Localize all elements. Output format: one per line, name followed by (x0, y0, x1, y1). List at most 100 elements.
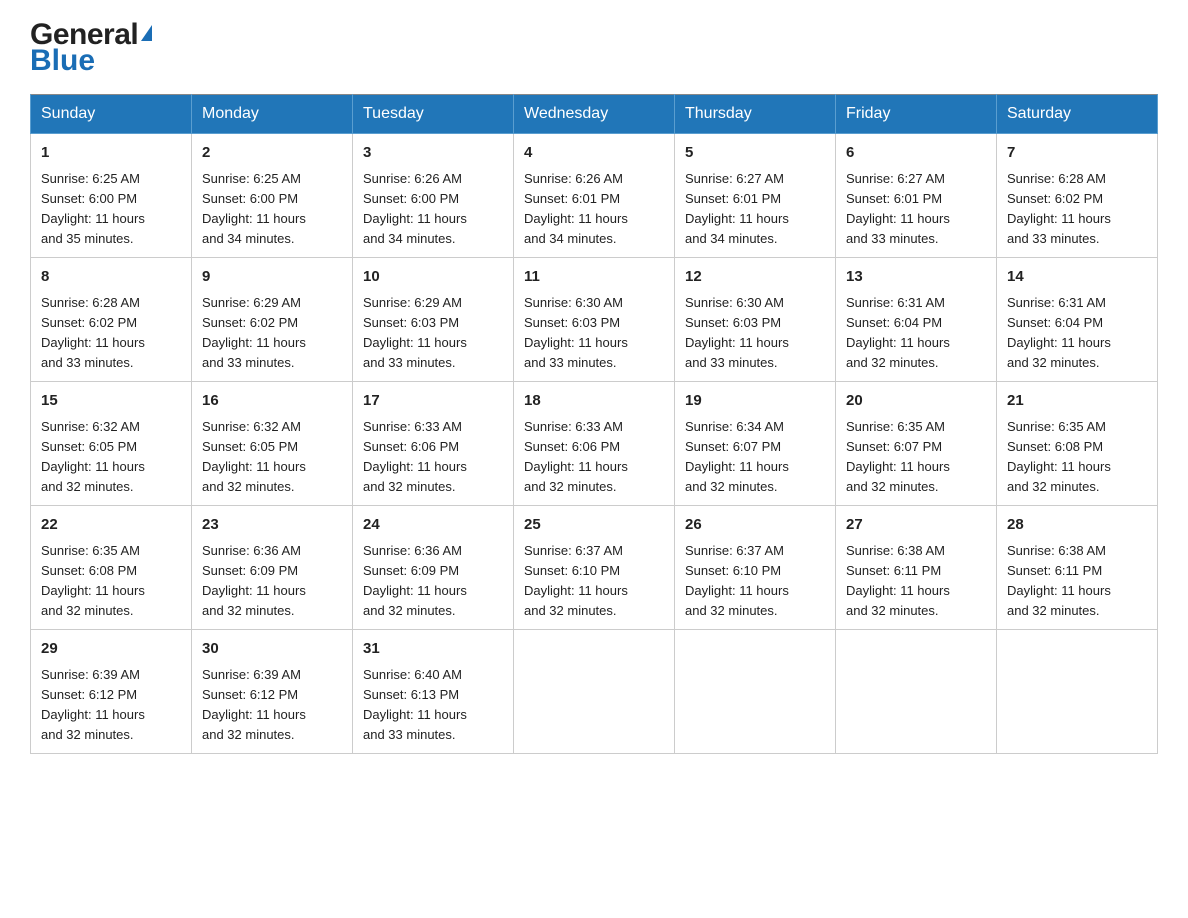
day-info: Sunrise: 6:32 AMSunset: 6:05 PMDaylight:… (202, 419, 306, 494)
day-info: Sunrise: 6:28 AMSunset: 6:02 PMDaylight:… (41, 295, 145, 370)
day-number: 12 (685, 266, 825, 289)
day-info: Sunrise: 6:28 AMSunset: 6:02 PMDaylight:… (1007, 171, 1111, 246)
calendar-cell: 16 Sunrise: 6:32 AMSunset: 6:05 PMDaylig… (192, 382, 353, 506)
page-header: General Blue (30, 20, 1158, 76)
day-number: 27 (846, 514, 986, 537)
col-header-wednesday: Wednesday (514, 95, 675, 134)
calendar-cell: 25 Sunrise: 6:37 AMSunset: 6:10 PMDaylig… (514, 506, 675, 630)
day-number: 23 (202, 514, 342, 537)
logo: General Blue (30, 20, 152, 76)
day-info: Sunrise: 6:31 AMSunset: 6:04 PMDaylight:… (846, 295, 950, 370)
calendar-cell: 17 Sunrise: 6:33 AMSunset: 6:06 PMDaylig… (353, 382, 514, 506)
calendar-cell: 7 Sunrise: 6:28 AMSunset: 6:02 PMDayligh… (997, 134, 1158, 258)
day-number: 24 (363, 514, 503, 537)
day-info: Sunrise: 6:33 AMSunset: 6:06 PMDaylight:… (363, 419, 467, 494)
calendar-cell: 20 Sunrise: 6:35 AMSunset: 6:07 PMDaylig… (836, 382, 997, 506)
day-number: 18 (524, 390, 664, 413)
day-number: 3 (363, 142, 503, 165)
calendar-cell: 8 Sunrise: 6:28 AMSunset: 6:02 PMDayligh… (31, 258, 192, 382)
col-header-saturday: Saturday (997, 95, 1158, 134)
day-number: 14 (1007, 266, 1147, 289)
calendar-cell: 13 Sunrise: 6:31 AMSunset: 6:04 PMDaylig… (836, 258, 997, 382)
col-header-thursday: Thursday (675, 95, 836, 134)
day-number: 13 (846, 266, 986, 289)
calendar-cell (514, 630, 675, 754)
day-number: 21 (1007, 390, 1147, 413)
calendar-cell (675, 630, 836, 754)
day-info: Sunrise: 6:30 AMSunset: 6:03 PMDaylight:… (685, 295, 789, 370)
day-number: 1 (41, 142, 181, 165)
calendar-cell (836, 630, 997, 754)
calendar-cell: 22 Sunrise: 6:35 AMSunset: 6:08 PMDaylig… (31, 506, 192, 630)
calendar-cell: 24 Sunrise: 6:36 AMSunset: 6:09 PMDaylig… (353, 506, 514, 630)
calendar-cell: 12 Sunrise: 6:30 AMSunset: 6:03 PMDaylig… (675, 258, 836, 382)
calendar-cell: 30 Sunrise: 6:39 AMSunset: 6:12 PMDaylig… (192, 630, 353, 754)
day-number: 2 (202, 142, 342, 165)
day-number: 6 (846, 142, 986, 165)
day-info: Sunrise: 6:35 AMSunset: 6:07 PMDaylight:… (846, 419, 950, 494)
calendar-cell: 29 Sunrise: 6:39 AMSunset: 6:12 PMDaylig… (31, 630, 192, 754)
day-info: Sunrise: 6:26 AMSunset: 6:01 PMDaylight:… (524, 171, 628, 246)
day-number: 19 (685, 390, 825, 413)
calendar-cell (997, 630, 1158, 754)
day-info: Sunrise: 6:39 AMSunset: 6:12 PMDaylight:… (41, 667, 145, 742)
calendar-week-row: 15 Sunrise: 6:32 AMSunset: 6:05 PMDaylig… (31, 382, 1158, 506)
day-number: 26 (685, 514, 825, 537)
day-number: 11 (524, 266, 664, 289)
col-header-friday: Friday (836, 95, 997, 134)
col-header-sunday: Sunday (31, 95, 192, 134)
day-number: 25 (524, 514, 664, 537)
day-info: Sunrise: 6:35 AMSunset: 6:08 PMDaylight:… (1007, 419, 1111, 494)
day-number: 5 (685, 142, 825, 165)
day-info: Sunrise: 6:39 AMSunset: 6:12 PMDaylight:… (202, 667, 306, 742)
day-info: Sunrise: 6:37 AMSunset: 6:10 PMDaylight:… (685, 543, 789, 618)
day-info: Sunrise: 6:29 AMSunset: 6:02 PMDaylight:… (202, 295, 306, 370)
logo-triangle-icon (141, 25, 152, 41)
calendar-cell: 6 Sunrise: 6:27 AMSunset: 6:01 PMDayligh… (836, 134, 997, 258)
day-info: Sunrise: 6:32 AMSunset: 6:05 PMDaylight:… (41, 419, 145, 494)
calendar-cell: 11 Sunrise: 6:30 AMSunset: 6:03 PMDaylig… (514, 258, 675, 382)
calendar-header-row: SundayMondayTuesdayWednesdayThursdayFrid… (31, 95, 1158, 134)
day-info: Sunrise: 6:30 AMSunset: 6:03 PMDaylight:… (524, 295, 628, 370)
calendar-cell: 2 Sunrise: 6:25 AMSunset: 6:00 PMDayligh… (192, 134, 353, 258)
calendar-cell: 14 Sunrise: 6:31 AMSunset: 6:04 PMDaylig… (997, 258, 1158, 382)
calendar-week-row: 8 Sunrise: 6:28 AMSunset: 6:02 PMDayligh… (31, 258, 1158, 382)
calendar-table: SundayMondayTuesdayWednesdayThursdayFrid… (30, 94, 1158, 754)
calendar-week-row: 22 Sunrise: 6:35 AMSunset: 6:08 PMDaylig… (31, 506, 1158, 630)
day-number: 28 (1007, 514, 1147, 537)
day-number: 31 (363, 638, 503, 661)
calendar-cell: 15 Sunrise: 6:32 AMSunset: 6:05 PMDaylig… (31, 382, 192, 506)
day-number: 20 (846, 390, 986, 413)
calendar-cell: 28 Sunrise: 6:38 AMSunset: 6:11 PMDaylig… (997, 506, 1158, 630)
day-info: Sunrise: 6:36 AMSunset: 6:09 PMDaylight:… (363, 543, 467, 618)
day-number: 7 (1007, 142, 1147, 165)
calendar-cell: 19 Sunrise: 6:34 AMSunset: 6:07 PMDaylig… (675, 382, 836, 506)
day-number: 16 (202, 390, 342, 413)
day-info: Sunrise: 6:31 AMSunset: 6:04 PMDaylight:… (1007, 295, 1111, 370)
calendar-cell: 26 Sunrise: 6:37 AMSunset: 6:10 PMDaylig… (675, 506, 836, 630)
calendar-cell: 5 Sunrise: 6:27 AMSunset: 6:01 PMDayligh… (675, 134, 836, 258)
day-number: 29 (41, 638, 181, 661)
day-info: Sunrise: 6:34 AMSunset: 6:07 PMDaylight:… (685, 419, 789, 494)
day-number: 10 (363, 266, 503, 289)
day-number: 22 (41, 514, 181, 537)
day-number: 4 (524, 142, 664, 165)
calendar-cell: 4 Sunrise: 6:26 AMSunset: 6:01 PMDayligh… (514, 134, 675, 258)
day-number: 30 (202, 638, 342, 661)
calendar-cell: 27 Sunrise: 6:38 AMSunset: 6:11 PMDaylig… (836, 506, 997, 630)
day-info: Sunrise: 6:38 AMSunset: 6:11 PMDaylight:… (846, 543, 950, 618)
calendar-cell: 3 Sunrise: 6:26 AMSunset: 6:00 PMDayligh… (353, 134, 514, 258)
calendar-cell: 31 Sunrise: 6:40 AMSunset: 6:13 PMDaylig… (353, 630, 514, 754)
day-info: Sunrise: 6:40 AMSunset: 6:13 PMDaylight:… (363, 667, 467, 742)
day-number: 9 (202, 266, 342, 289)
col-header-tuesday: Tuesday (353, 95, 514, 134)
day-info: Sunrise: 6:35 AMSunset: 6:08 PMDaylight:… (41, 543, 145, 618)
col-header-monday: Monday (192, 95, 353, 134)
day-info: Sunrise: 6:29 AMSunset: 6:03 PMDaylight:… (363, 295, 467, 370)
logo-text-blue: Blue (30, 46, 95, 76)
calendar-cell: 23 Sunrise: 6:36 AMSunset: 6:09 PMDaylig… (192, 506, 353, 630)
day-info: Sunrise: 6:38 AMSunset: 6:11 PMDaylight:… (1007, 543, 1111, 618)
day-info: Sunrise: 6:36 AMSunset: 6:09 PMDaylight:… (202, 543, 306, 618)
calendar-cell: 21 Sunrise: 6:35 AMSunset: 6:08 PMDaylig… (997, 382, 1158, 506)
calendar-cell: 1 Sunrise: 6:25 AMSunset: 6:00 PMDayligh… (31, 134, 192, 258)
